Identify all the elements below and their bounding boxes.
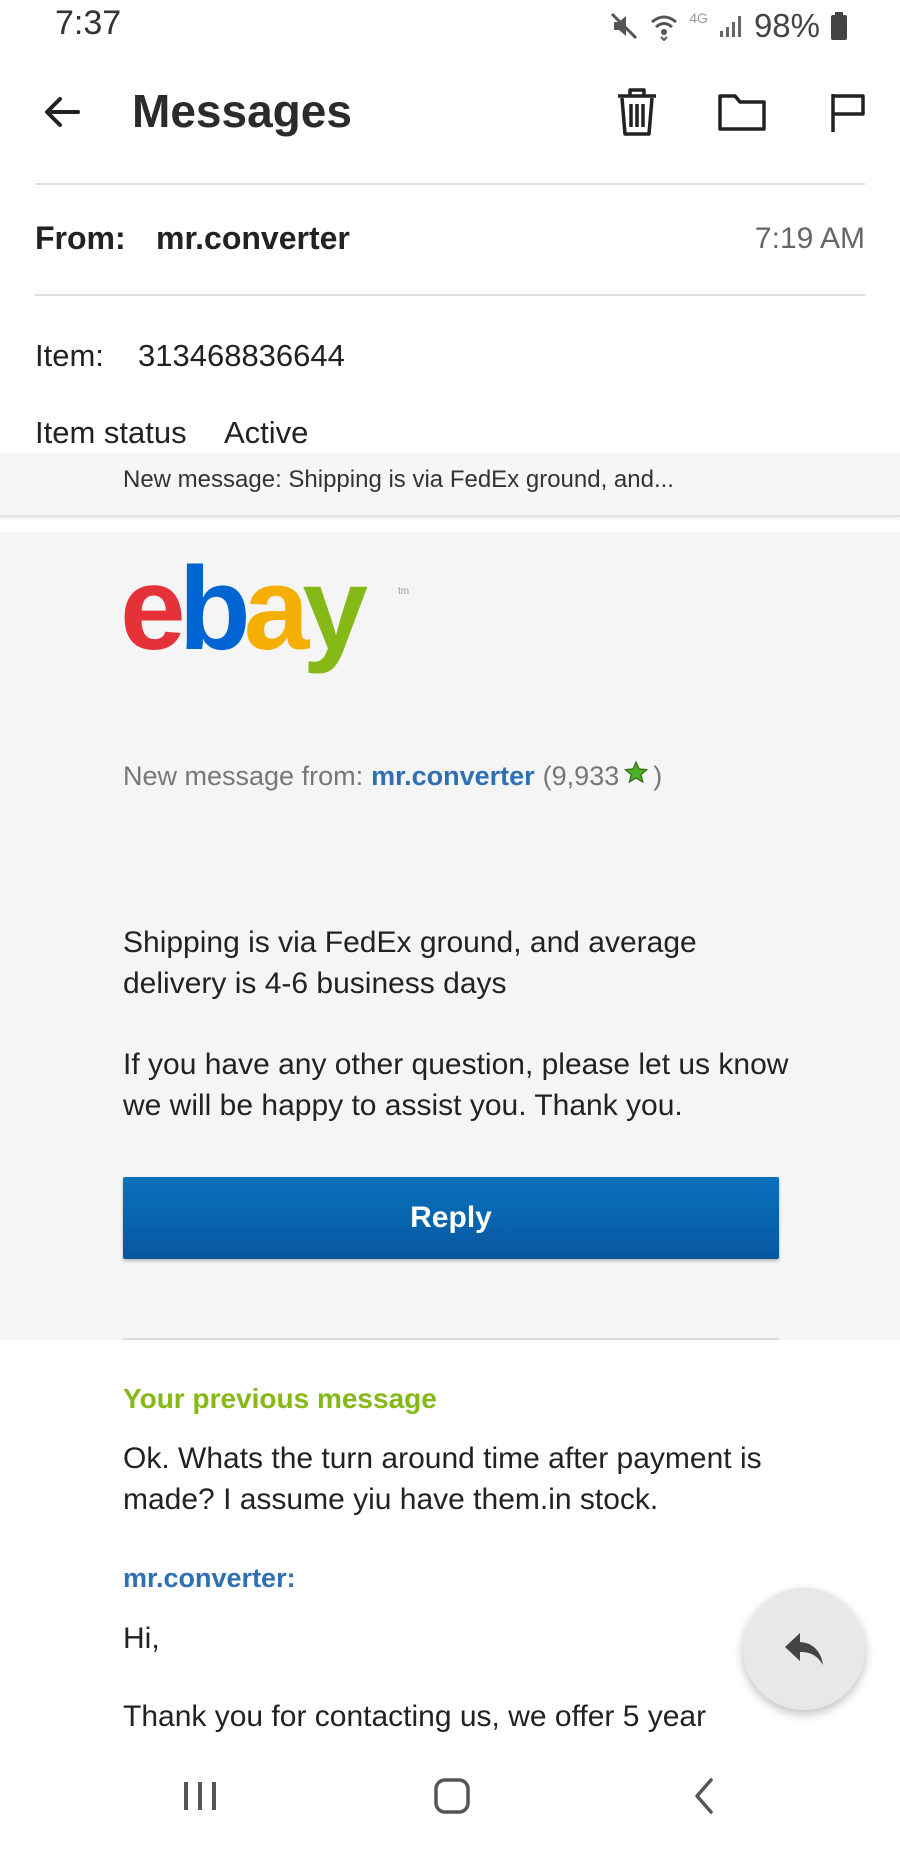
recents-icon — [184, 1782, 216, 1810]
delete-button[interactable] — [611, 86, 663, 138]
page-title: Messages — [132, 85, 352, 137]
battery-percent: 98% — [753, 7, 820, 44]
battery-icon — [830, 11, 848, 41]
ebay-logo: ebay — [120, 550, 368, 668]
feedback-score-close: ) — [653, 761, 663, 791]
home-button[interactable] — [417, 1768, 487, 1824]
message-preview: New message: Shipping is via FedEx groun… — [123, 466, 674, 493]
status-icons: 4G 98% — [609, 4, 848, 48]
flag-button[interactable] — [823, 86, 875, 138]
trademark: tm — [398, 586, 410, 597]
message-line: Thank you for contacting us, we offer 5 … — [123, 1700, 707, 1733]
flag-icon — [831, 94, 865, 132]
previous-message-heading: Your previous message — [123, 1383, 437, 1414]
item-status-value: Active — [224, 415, 309, 450]
recents-button[interactable] — [165, 1768, 235, 1824]
previous-message-body: Ok. Whats the turn around time after pay… — [123, 1442, 762, 1516]
message-time: 7:19 AM — [754, 222, 865, 255]
sender-label: mr.converter: — [123, 1563, 296, 1593]
sender-link[interactable]: mr.converter — [371, 761, 535, 792]
nav-back-button[interactable] — [669, 1768, 739, 1824]
wifi-icon — [649, 11, 679, 41]
logo-letter: a — [243, 543, 310, 675]
signal-icon — [718, 13, 744, 39]
back-icon — [695, 1778, 713, 1814]
trash-icon — [618, 88, 656, 136]
reply-button[interactable]: Reply — [123, 1177, 779, 1259]
message-paragraph: If you have any other question, please l… — [123, 1048, 789, 1122]
new-message-from-line: New message from: mr.converter (9,933 ) — [123, 760, 662, 793]
item-number: 313468836644 — [138, 338, 345, 373]
back-button[interactable] — [38, 88, 86, 136]
header-divider — [35, 183, 865, 185]
message-paragraph: Shipping is via FedEx ground, and averag… — [123, 926, 697, 1000]
from-name: mr.converter — [156, 220, 350, 256]
network-type: 4G — [689, 10, 708, 26]
back-arrow-icon — [45, 97, 80, 127]
greeting: Hi, — [123, 1622, 160, 1655]
feedback-score: (9,933 — [542, 761, 620, 791]
mute-icon — [609, 11, 639, 41]
logo-letter: b — [178, 543, 251, 675]
reply-icon — [785, 1633, 823, 1665]
home-icon — [434, 1778, 470, 1814]
star-icon — [623, 760, 649, 793]
previous-divider — [123, 1338, 779, 1340]
logo-letter: y — [302, 543, 368, 675]
from-label: From: — [35, 220, 126, 256]
logo-letter: e — [120, 543, 186, 675]
from-divider — [35, 294, 865, 296]
item-status-label: Item status — [35, 415, 187, 450]
new-message-prefix: New message from: — [123, 761, 364, 791]
move-folder-button[interactable] — [716, 86, 768, 138]
item-label: Item: — [35, 338, 104, 373]
folder-icon — [718, 94, 766, 131]
floating-reply-button[interactable] — [743, 1588, 865, 1710]
status-time: 7:37 — [55, 4, 122, 42]
